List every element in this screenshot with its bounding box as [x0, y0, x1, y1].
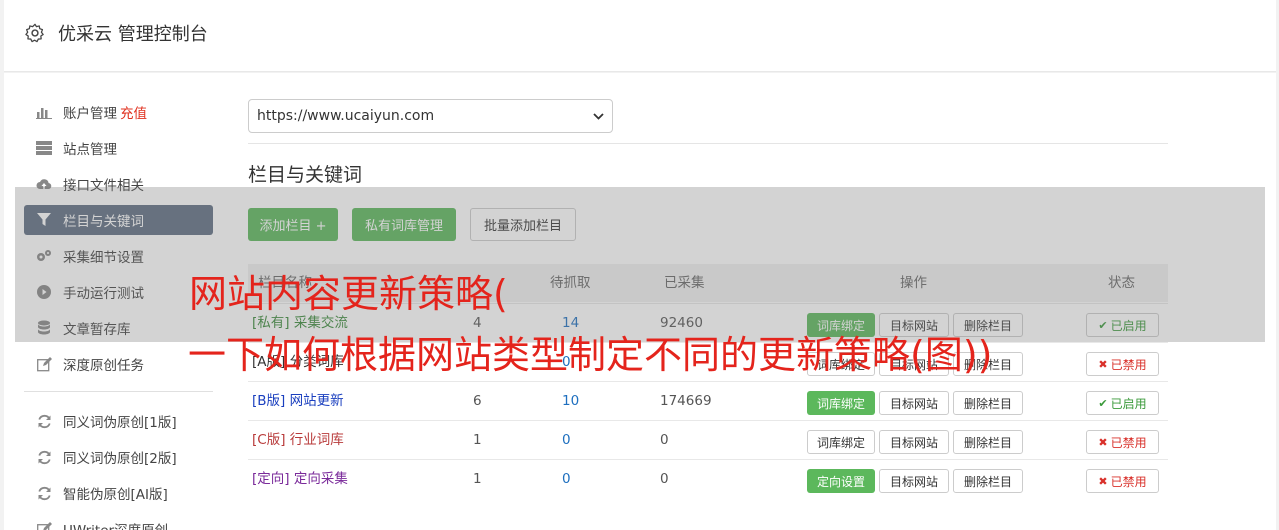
- status-toggle[interactable]: ✖ 已禁用: [1086, 352, 1159, 376]
- collected-count: 0: [660, 432, 669, 448]
- status-toggle[interactable]: ✖ 已禁用: [1086, 430, 1159, 454]
- overlay-title-line1: 网站内容更新策略(: [189, 272, 508, 316]
- bar-chart-icon: [35, 104, 53, 120]
- recharge-link[interactable]: 充值: [120, 102, 147, 122]
- gear-icon: [25, 23, 44, 43]
- pending-count[interactable]: 0: [562, 421, 571, 460]
- sidebar-divider: [24, 391, 213, 392]
- column-name-link[interactable]: [B版] 网站更新: [252, 382, 344, 421]
- overlay-title-line2: 一下如何根据网站类型制定不同的更新策略(图)): [188, 333, 993, 377]
- chevron-down-icon: [593, 110, 604, 123]
- status-label: 已禁用: [1110, 435, 1147, 450]
- keyword-count: 6: [473, 393, 482, 409]
- collected-count: 0: [660, 471, 669, 487]
- column-tag: [定向]: [252, 471, 290, 487]
- sidebar-item-sites[interactable]: 站点管理: [24, 133, 213, 163]
- keyword-count: 1: [473, 432, 482, 448]
- pending-count[interactable]: 10: [562, 382, 579, 421]
- server-icon: [35, 140, 53, 156]
- table-row: [B版] 网站更新 6 10 174669 词库绑定 目标网站 删除栏目 ✔ 已启用: [248, 381, 1168, 420]
- sidebar-item-label: 账户管理: [63, 106, 117, 122]
- column-name: 定向采集: [293, 471, 348, 487]
- site-select-value: https://www.ucaiyun.com: [257, 108, 435, 124]
- pending-count[interactable]: 0: [562, 460, 571, 499]
- edit-icon: [35, 356, 53, 372]
- target-site-button[interactable]: 目标网站: [879, 430, 949, 454]
- keyword-count: 1: [473, 471, 482, 487]
- bind-library-button[interactable]: 定向设置: [807, 469, 875, 493]
- status-label: 已启用: [1110, 396, 1147, 411]
- sidebar-item-account[interactable]: 账户管理 充值: [24, 97, 213, 127]
- refresh-icon: [35, 449, 53, 465]
- section-title: 栏目与关键词: [248, 164, 363, 186]
- column-tag: [C版]: [252, 432, 286, 448]
- status-label: 已禁用: [1110, 474, 1147, 489]
- overlay-band: [15, 187, 1265, 342]
- column-name: 行业词库: [289, 432, 344, 448]
- column-tag: [B版]: [252, 393, 286, 409]
- sidebar-item-label: 深度原创任务: [63, 358, 144, 374]
- target-site-button[interactable]: 目标网站: [879, 391, 949, 415]
- sidebar-item-synonym-v1[interactable]: 同义词伪原创[1版]: [24, 406, 213, 436]
- column-name-link[interactable]: [定向] 定向采集: [252, 460, 348, 499]
- collected-count: 174669: [660, 393, 712, 409]
- x-icon: ✖: [1098, 357, 1108, 371]
- status-toggle[interactable]: ✔ 已启用: [1086, 391, 1159, 415]
- bind-library-button[interactable]: 词库绑定: [807, 430, 875, 454]
- sidebar-item-label: 站点管理: [63, 142, 117, 158]
- sidebar-item-deep-original[interactable]: 深度原创任务: [24, 349, 213, 379]
- sidebar-item-label: 同义词伪原创[2版]: [63, 451, 177, 467]
- divider: [248, 143, 1168, 144]
- refresh-icon: [35, 485, 53, 501]
- table-row: [定向] 定向采集 1 0 0 定向设置 目标网站 删除栏目 ✖ 已禁用: [248, 459, 1168, 498]
- refresh-icon: [35, 413, 53, 429]
- bind-library-button[interactable]: 词库绑定: [807, 391, 875, 415]
- sidebar-item-ai-rewrite[interactable]: 智能伪原创[AI版]: [24, 478, 213, 508]
- target-site-button[interactable]: 目标网站: [879, 469, 949, 493]
- x-icon: ✖: [1098, 474, 1108, 488]
- site-select[interactable]: https://www.ucaiyun.com: [248, 99, 613, 133]
- sidebar-item-synonym-v2[interactable]: 同义词伪原创[2版]: [24, 442, 213, 472]
- status-toggle[interactable]: ✖ 已禁用: [1086, 469, 1159, 493]
- top-bar: 优采云 管理控制台: [4, 0, 1276, 72]
- delete-column-button[interactable]: 删除栏目: [953, 469, 1023, 493]
- delete-column-button[interactable]: 删除栏目: [953, 430, 1023, 454]
- status-label: 已禁用: [1110, 357, 1147, 372]
- check-icon: ✔: [1098, 396, 1108, 410]
- sidebar-item-label: 同义词伪原创[1版]: [63, 415, 177, 431]
- sidebar-item-label: UWriter深度原创: [63, 519, 168, 530]
- delete-column-button[interactable]: 删除栏目: [953, 391, 1023, 415]
- column-name-link[interactable]: [C版] 行业词库: [252, 421, 344, 460]
- sidebar-item-uwriter[interactable]: UWriter深度原创: [24, 514, 213, 530]
- x-icon: ✖: [1098, 435, 1108, 449]
- column-name: 网站更新: [289, 393, 344, 409]
- sidebar-item-label: 智能伪原创[AI版]: [63, 487, 168, 503]
- app-title: 优采云 管理控制台: [58, 24, 208, 45]
- edit-icon: [35, 521, 53, 530]
- table-row: [C版] 行业词库 1 0 0 词库绑定 目标网站 删除栏目 ✖ 已禁用: [248, 420, 1168, 459]
